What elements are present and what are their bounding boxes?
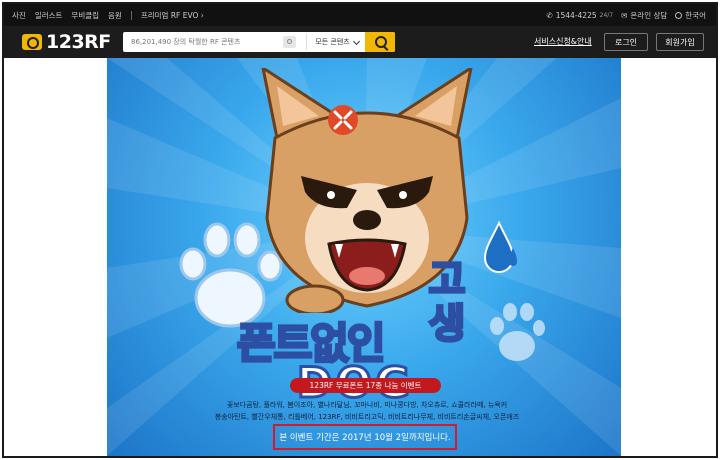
phone-info: ✆ 1544-4225 24/7: [546, 11, 613, 20]
phone-number: 1544-4225: [555, 10, 597, 20]
font-list-line-2: 봉숭아틴트, 빨간우체통, 리틀베어, 123RF, 비비트리고딕, 비비트리나…: [214, 413, 520, 421]
nav-evo-label: 프리미엄 RF EVO: [140, 10, 199, 20]
nav-photo[interactable]: 사진: [12, 10, 26, 21]
sweat-drop-icon: [483, 220, 517, 273]
nav-audio[interactable]: 음원: [108, 10, 122, 21]
support-hours: 24/7: [599, 11, 614, 19]
top-nav: 사진 일러스트 무비클립 음원 프리미엄 RF EVO ›: [12, 4, 204, 26]
camera-logo-icon: [22, 34, 42, 50]
nav-movieclip[interactable]: 무비클립: [71, 10, 99, 21]
logo[interactable]: 123RF: [22, 31, 111, 53]
nav-divider: [130, 10, 132, 20]
online-consult-label: 온라인 상담: [630, 10, 668, 20]
phone-icon: ✆: [546, 10, 553, 20]
title-side: 고생: [427, 257, 467, 348]
online-consult[interactable]: ✉ 온라인 상담: [621, 10, 667, 21]
chevron-right-icon: ›: [200, 10, 204, 20]
nav-evo[interactable]: 프리미엄 RF EVO ›: [141, 10, 204, 21]
camera-search-icon[interactable]: [283, 36, 296, 48]
chat-icon: ✉: [621, 10, 628, 20]
signup-button[interactable]: 회원가입: [656, 33, 704, 51]
event-period-notice: 본 이벤트 기간은 2017년 10월 2일까지입니다.: [273, 424, 457, 450]
top-utility: ✆ 1544-4225 24/7 ✉ 온라인 상담 한국어: [546, 4, 706, 26]
globe-icon: [675, 11, 683, 19]
chevron-down-icon: [352, 37, 360, 45]
service-link[interactable]: 서비스신청&안내: [534, 36, 592, 47]
top-bar: 사진 일러스트 무비클립 음원 프리미엄 RF EVO › ✆ 1544-4225…: [4, 4, 716, 26]
language-label: 한국어: [685, 10, 706, 20]
content-type-value: 모든 콘텐츠: [315, 38, 350, 46]
font-list: 꽃보다곰탕, 플라워, 봄이조아, 별나라달님, 꼬마나비, 미나콩다방, 차오…: [212, 399, 522, 423]
search-icon: [375, 36, 387, 48]
language-selector[interactable]: 한국어: [675, 10, 706, 21]
search-button[interactable]: [365, 32, 395, 52]
event-banner[interactable]: 고생 폰트없인 DOG 123RF 무료폰트 17종 나눔 이벤트 꽃보다곰탕,…: [107, 58, 621, 456]
header: 123RF 모든 콘텐츠 서비스신청&안내 로그인 회원가입: [4, 26, 716, 58]
search-input[interactable]: [123, 32, 283, 52]
content-type-select[interactable]: 모든 콘텐츠: [306, 34, 367, 50]
paw-right-icon: [490, 303, 545, 361]
font-list-line-1: 꽃보다곰탕, 플라워, 봄이조아, 별나라달님, 꼬마나비, 미나콩다방, 차오…: [226, 401, 508, 409]
search-bar: 모든 콘텐츠: [123, 32, 395, 52]
nav-illustration[interactable]: 일러스트: [35, 10, 63, 21]
event-label: 123RF 무료폰트 17종 나눔 이벤트: [290, 378, 441, 393]
logo-text: 123RF: [46, 31, 111, 53]
browser-frame: 사진 일러스트 무비클립 음원 프리미엄 RF EVO › ✆ 1544-4225…: [2, 2, 718, 458]
login-button[interactable]: 로그인: [604, 33, 648, 51]
